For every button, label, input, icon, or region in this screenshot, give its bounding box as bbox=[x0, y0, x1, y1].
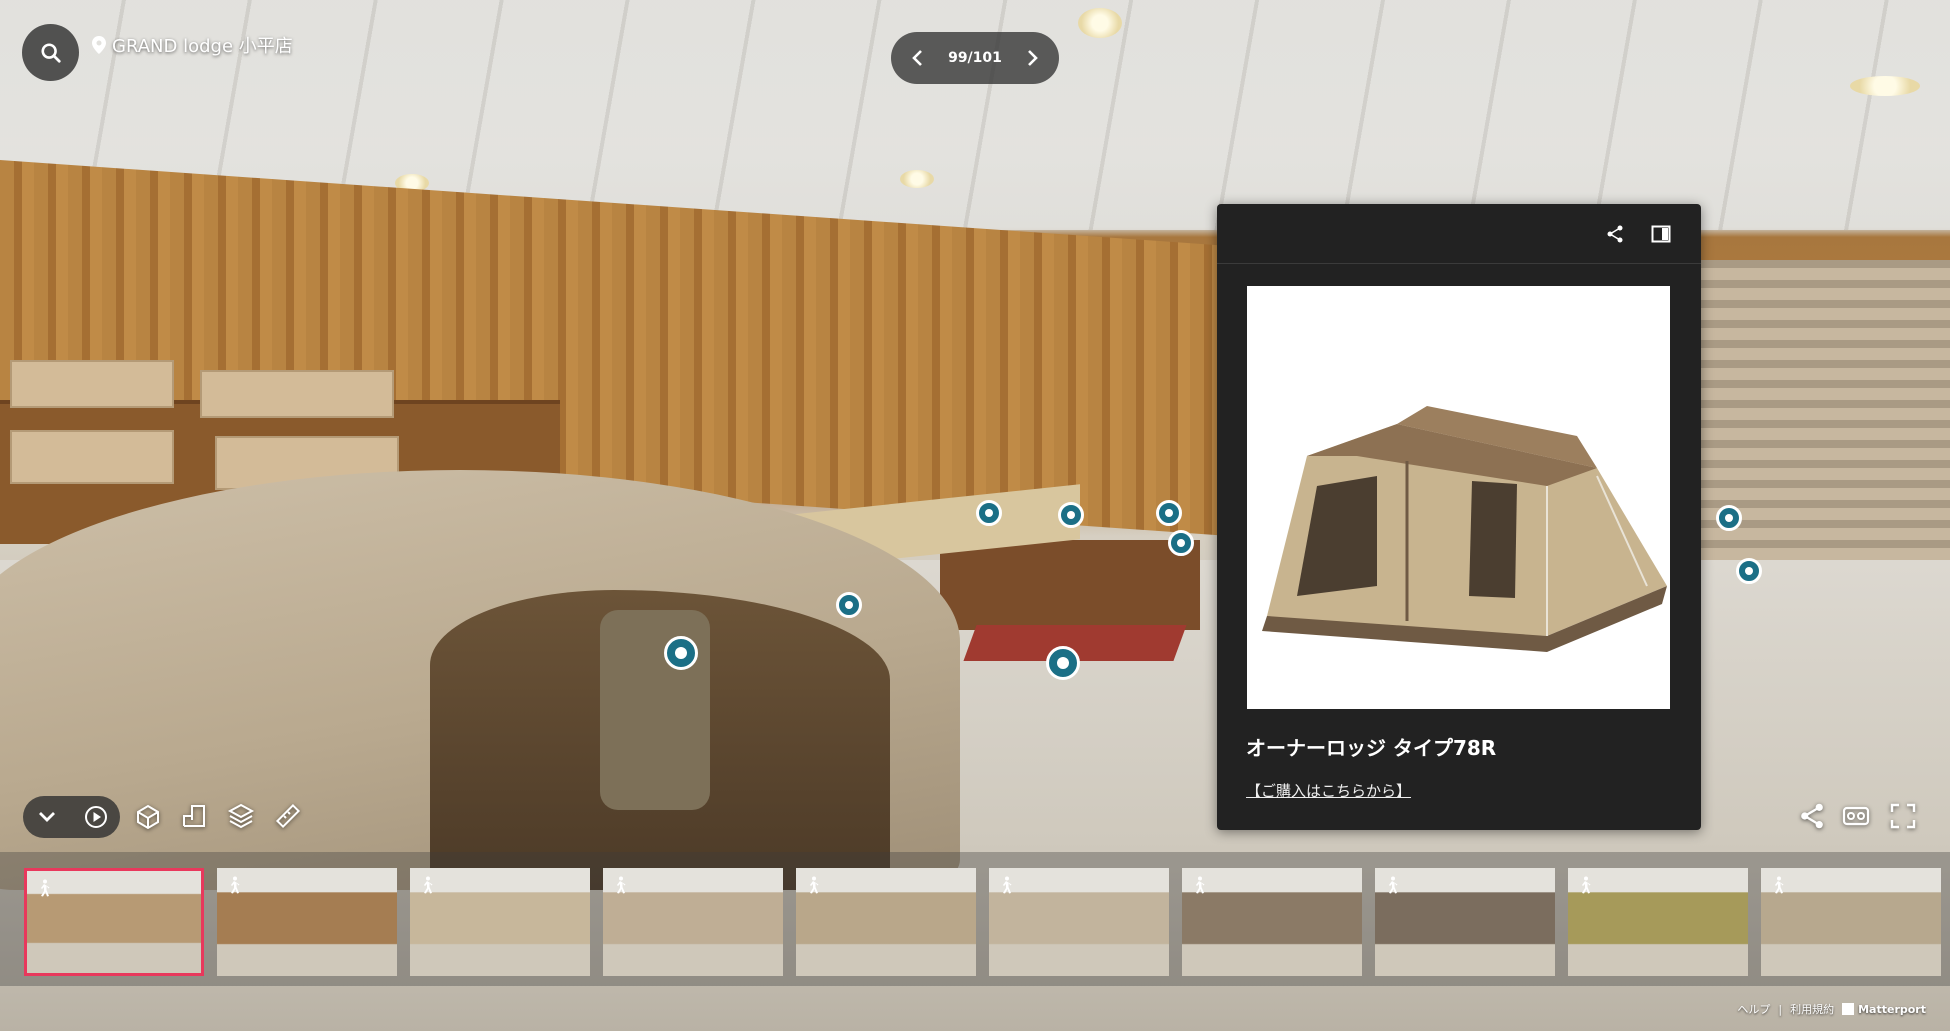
search-button[interactable] bbox=[22, 24, 79, 81]
matterport-brand: Matterport bbox=[1858, 1002, 1926, 1016]
dock-panel-button[interactable] bbox=[1649, 222, 1673, 246]
play-tour-button[interactable] bbox=[82, 803, 110, 831]
mattertag-hotspot[interactable] bbox=[976, 500, 1002, 526]
ceiling-light bbox=[1850, 76, 1920, 96]
tag-pager: 99/101 bbox=[891, 32, 1059, 84]
product-image bbox=[1247, 286, 1670, 709]
pager-count: 99/101 bbox=[948, 50, 1002, 66]
purchase-link[interactable]: 【ご購入はこちらから】 bbox=[1246, 780, 1411, 801]
mattertag-hotspot[interactable] bbox=[1716, 505, 1742, 531]
highlight-thumbnail[interactable] bbox=[796, 868, 976, 976]
walk-icon bbox=[617, 876, 626, 894]
previous-tag-button[interactable] bbox=[907, 47, 929, 69]
matterport-link[interactable]: Matterport bbox=[1842, 1003, 1926, 1016]
product-box bbox=[10, 360, 174, 408]
highlight-thumbnail[interactable] bbox=[1182, 868, 1362, 976]
mattertag-hotspot[interactable] bbox=[664, 636, 698, 670]
fullscreen-icon bbox=[1890, 803, 1916, 829]
chevron-down-icon bbox=[39, 812, 56, 822]
chevron-right-icon bbox=[1028, 50, 1038, 66]
walk-icon bbox=[1389, 876, 1398, 894]
walk-icon bbox=[1003, 876, 1012, 894]
highlight-thumbnail[interactable] bbox=[217, 868, 397, 976]
walk-icon bbox=[1582, 876, 1591, 894]
panel-header bbox=[1217, 204, 1701, 264]
ceiling-light bbox=[900, 170, 934, 188]
layers-icon bbox=[227, 803, 255, 829]
backpack bbox=[600, 610, 710, 810]
highlight-thumbnail[interactable] bbox=[24, 868, 204, 976]
help-link[interactable]: ヘルプ bbox=[1737, 1001, 1770, 1017]
sidebar-icon bbox=[1651, 225, 1671, 243]
share-tag-button[interactable] bbox=[1603, 222, 1627, 246]
location-name: GRAND lodge 小平店 bbox=[112, 36, 293, 57]
product-box bbox=[10, 430, 174, 484]
highlight-thumbnail[interactable] bbox=[1761, 868, 1941, 976]
product-title: オーナーロッジ タイプ78R bbox=[1246, 736, 1497, 760]
walk-icon bbox=[41, 879, 50, 897]
play-icon bbox=[84, 806, 107, 828]
highlight-thumbnail[interactable] bbox=[603, 868, 783, 976]
location-pin-icon bbox=[92, 36, 106, 54]
footer-separator: | bbox=[1778, 1002, 1783, 1016]
walk-icon bbox=[1196, 876, 1205, 894]
ceiling-light bbox=[1078, 8, 1122, 38]
chevron-left-icon bbox=[912, 50, 922, 66]
floorplan-view-button[interactable] bbox=[178, 800, 210, 832]
mattertag-panel: オーナーロッジ タイプ78R 【ご購入はこちらから】 bbox=[1217, 204, 1701, 830]
share-icon bbox=[1801, 803, 1823, 829]
matterport-logo-icon bbox=[1842, 1003, 1855, 1015]
dollhouse-view-button[interactable] bbox=[132, 800, 164, 832]
floor-selector-button[interactable] bbox=[225, 800, 257, 832]
highlight-thumbnail[interactable] bbox=[410, 868, 590, 976]
share-button[interactable] bbox=[1796, 800, 1828, 832]
ruler-icon bbox=[275, 803, 301, 829]
mattertag-hotspot[interactable] bbox=[836, 592, 862, 618]
vr-button[interactable] bbox=[1840, 800, 1872, 832]
product-box bbox=[200, 370, 394, 418]
mattertag-hotspot[interactable] bbox=[1058, 502, 1084, 528]
location-label: GRAND lodge 小平店 bbox=[92, 32, 293, 58]
walk-icon bbox=[424, 876, 433, 894]
fullscreen-button[interactable] bbox=[1887, 800, 1919, 832]
share-icon bbox=[1607, 225, 1623, 243]
tour-controls bbox=[23, 796, 120, 838]
mattertag-hotspot[interactable] bbox=[1168, 530, 1194, 556]
measure-button[interactable] bbox=[272, 800, 304, 832]
mattertag-hotspot[interactable] bbox=[1156, 500, 1182, 526]
walk-icon bbox=[231, 876, 240, 894]
floorplan-icon bbox=[183, 805, 205, 827]
next-tag-button[interactable] bbox=[1021, 47, 1043, 69]
search-icon bbox=[40, 42, 61, 63]
highlight-thumbnail[interactable] bbox=[1375, 868, 1555, 976]
highlight-thumbnail[interactable] bbox=[989, 868, 1169, 976]
mattertag-hotspot[interactable] bbox=[1736, 558, 1762, 584]
walk-icon bbox=[810, 876, 819, 894]
terms-link[interactable]: 利用規約 bbox=[1790, 1001, 1834, 1017]
collapse-button[interactable] bbox=[33, 803, 61, 831]
footer: ヘルプ | 利用規約 Matterport bbox=[1737, 1001, 1926, 1017]
mattertag-hotspot[interactable] bbox=[1046, 646, 1080, 680]
walk-icon bbox=[1775, 876, 1784, 894]
vr-headset-icon bbox=[1842, 806, 1870, 826]
highlight-thumbnail[interactable] bbox=[1568, 868, 1748, 976]
tent-product-image bbox=[1262, 406, 1667, 652]
shop-counter bbox=[940, 540, 1200, 630]
dollhouse-icon bbox=[137, 804, 159, 830]
